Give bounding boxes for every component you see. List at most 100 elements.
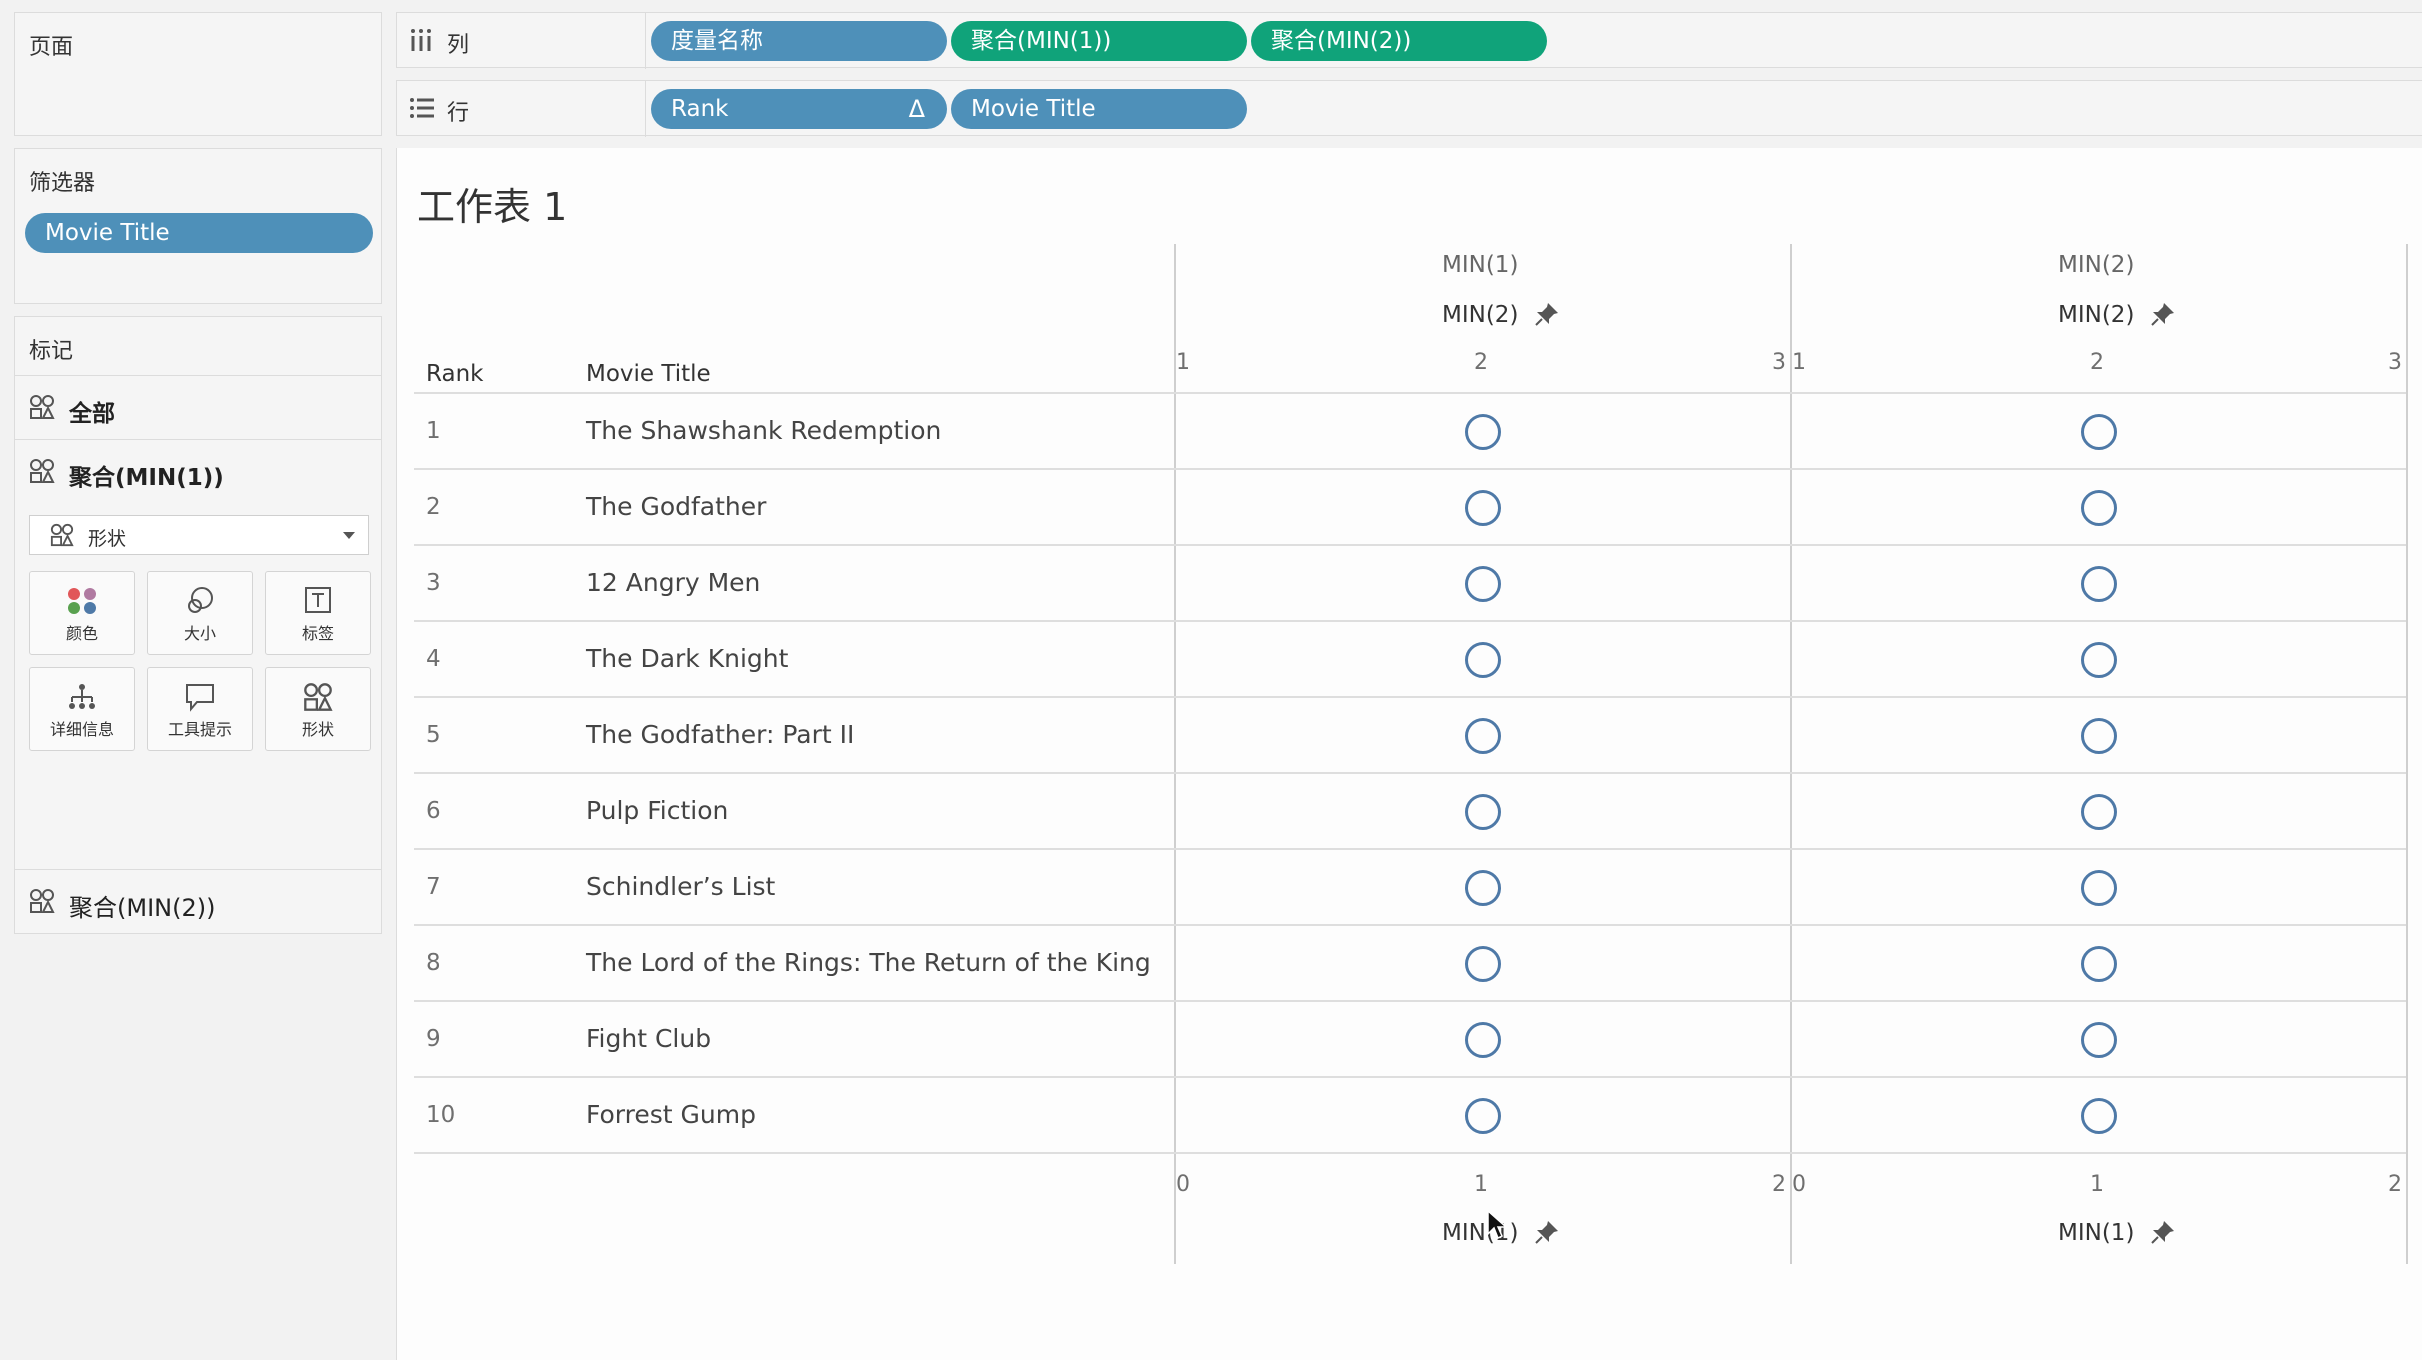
bottom-axis-title-2[interactable]: MIN(1) [2058, 1220, 2134, 1246]
shapes-icon [30, 889, 55, 913]
mark-min1-pane[interactable] [1465, 870, 1501, 906]
pin-icon[interactable] [1534, 301, 1560, 327]
mark-min1-pane[interactable] [1465, 1022, 1501, 1058]
color-icon [68, 588, 96, 614]
mark-min1-pane[interactable] [1465, 718, 1501, 754]
movie-title-cell: Fight Club [586, 1024, 712, 1053]
rank-cell: 3 [426, 570, 441, 596]
filter-pill-movie-title[interactable]: Movie Title [25, 213, 373, 253]
movie-title-cell: Forrest Gump [586, 1100, 756, 1129]
shape-button[interactable]: 形状 [265, 667, 371, 751]
shapes-icon [30, 459, 55, 483]
rank-cell: 5 [426, 722, 441, 748]
columns-pill-min1[interactable]: 聚合(MIN(1)) [951, 21, 1247, 61]
mark-min1-pane[interactable] [1465, 794, 1501, 830]
movie-title-cell: The Godfather: Part II [586, 720, 855, 749]
header-movie-title[interactable]: Movie Title [586, 361, 711, 387]
mark-min1-pane[interactable] [1465, 566, 1501, 602]
top-tick: 3 [1772, 350, 1786, 375]
mark-min2-pane[interactable] [2081, 414, 2117, 450]
mark-min2-pane[interactable] [2081, 566, 2117, 602]
marks-card-agg1[interactable]: 聚合(MIN(1)) [15, 439, 381, 501]
color-button-label: 颜色 [65, 624, 98, 643]
mark-min1-pane[interactable] [1465, 946, 1501, 982]
mark-min1-pane[interactable] [1465, 642, 1501, 678]
rows-pill-rank[interactable]: Rank Δ [651, 89, 947, 129]
size-button-label: 大小 [183, 624, 216, 643]
mark-min1-pane[interactable] [1465, 1098, 1501, 1134]
pane-header-min2[interactable]: MIN(2) [2058, 252, 2134, 278]
bottom-tick: 2 [2388, 1172, 2402, 1197]
mark-min1-pane[interactable] [1465, 414, 1501, 450]
mark-min2-pane[interactable] [2081, 490, 2117, 526]
mark-min2-pane[interactable] [2081, 794, 2117, 830]
label-button-label: 标签 [301, 624, 334, 643]
tooltip-button[interactable]: 工具提示 [147, 667, 253, 751]
marks-title: 标记 [29, 339, 74, 364]
marks-card-agg2[interactable]: 聚合(MIN(2)) [15, 869, 381, 933]
movie-title-cell: 12 Angry Men [586, 568, 761, 597]
sort-ascending-icon: Δ [908, 95, 925, 123]
top-tick: 1 [1792, 350, 1806, 375]
mark-min2-pane[interactable] [2081, 1098, 2117, 1134]
rows-pill-movie-title[interactable]: Movie Title [951, 89, 1247, 129]
rows-pill-rank-label: Rank [671, 96, 729, 122]
movie-title-cell: The Shawshank Redemption [586, 416, 942, 445]
top-tick: 2 [1474, 350, 1488, 375]
shapes-icon [30, 395, 55, 419]
mark-min2-pane[interactable] [2081, 718, 2117, 754]
sheet-title: 工作表 1 [417, 185, 568, 229]
columns-shelf[interactable]: 列 度量名称 聚合(MIN(1)) 聚合(MIN(2)) [396, 12, 2422, 69]
rows-shelf[interactable]: 行 Rank Δ Movie Title [396, 80, 2422, 137]
mark-type-dropdown[interactable]: 形状 [29, 515, 369, 555]
mark-min2-pane[interactable] [2081, 642, 2117, 678]
row-divider [414, 1152, 2406, 1154]
marks-all-label: 全部 [69, 401, 115, 427]
pin-icon[interactable] [2150, 1219, 2176, 1245]
label-button[interactable]: 标签 [265, 571, 371, 655]
rank-cell: 4 [426, 646, 441, 672]
marks-panel: 标记 全部 聚合(MIN(1)) 形状 颜色 大小 标签 详细信息 工具提示 形… [14, 316, 382, 934]
tooltip-icon [186, 684, 214, 712]
bottom-tick: 2 [1772, 1172, 1786, 1197]
rank-cell: 1 [426, 418, 441, 444]
shapes-icon [304, 683, 333, 711]
rank-cell: 7 [426, 874, 441, 900]
size-button[interactable]: 大小 [147, 571, 253, 655]
pin-icon[interactable] [1534, 1219, 1560, 1245]
top-axis-title-2[interactable]: MIN(2) [2058, 302, 2134, 328]
pin-icon[interactable] [2150, 301, 2176, 327]
movie-title-cell: The Godfather [586, 492, 767, 521]
mark-min2-pane[interactable] [2081, 870, 2117, 906]
columns-pill-measure-names[interactable]: 度量名称 [651, 21, 947, 61]
shelf-divider [645, 13, 646, 69]
bottom-tick: 1 [2090, 1172, 2104, 1197]
bottom-tick: 0 [1792, 1172, 1806, 1197]
pages-panel[interactable]: 页面 [14, 12, 382, 136]
filters-panel[interactable]: 筛选器 Movie Title [14, 148, 382, 304]
top-tick: 3 [2388, 350, 2402, 375]
detail-button[interactable]: 详细信息 [29, 667, 135, 751]
rank-cell: 9 [426, 1026, 441, 1052]
mouse-cursor-icon [1487, 1210, 1507, 1240]
mark-min2-pane[interactable] [2081, 946, 2117, 982]
shapes-icon [50, 523, 74, 547]
text-label-icon [305, 587, 331, 613]
pane-header-min1[interactable]: MIN(1) [1442, 252, 1518, 278]
marks-card-all[interactable]: 全部 [15, 375, 381, 437]
tooltip-button-label: 工具提示 [167, 720, 232, 739]
filters-title: 筛选器 [29, 171, 96, 196]
top-axis-title-1[interactable]: MIN(2) [1442, 302, 1518, 328]
size-icon [188, 587, 213, 613]
mark-min2-pane[interactable] [2081, 1022, 2117, 1058]
top-tick: 2 [2090, 350, 2104, 375]
movie-title-cell: The Dark Knight [586, 644, 789, 673]
rows-icon [410, 98, 434, 118]
mark-min1-pane[interactable] [1465, 490, 1501, 526]
header-rank[interactable]: Rank [426, 361, 483, 387]
columns-pill-min2[interactable]: 聚合(MIN(2)) [1251, 21, 1547, 61]
shelf-divider [645, 81, 646, 137]
detail-button-label: 详细信息 [49, 720, 114, 739]
color-button[interactable]: 颜色 [29, 571, 135, 655]
columns-icon [411, 29, 431, 51]
